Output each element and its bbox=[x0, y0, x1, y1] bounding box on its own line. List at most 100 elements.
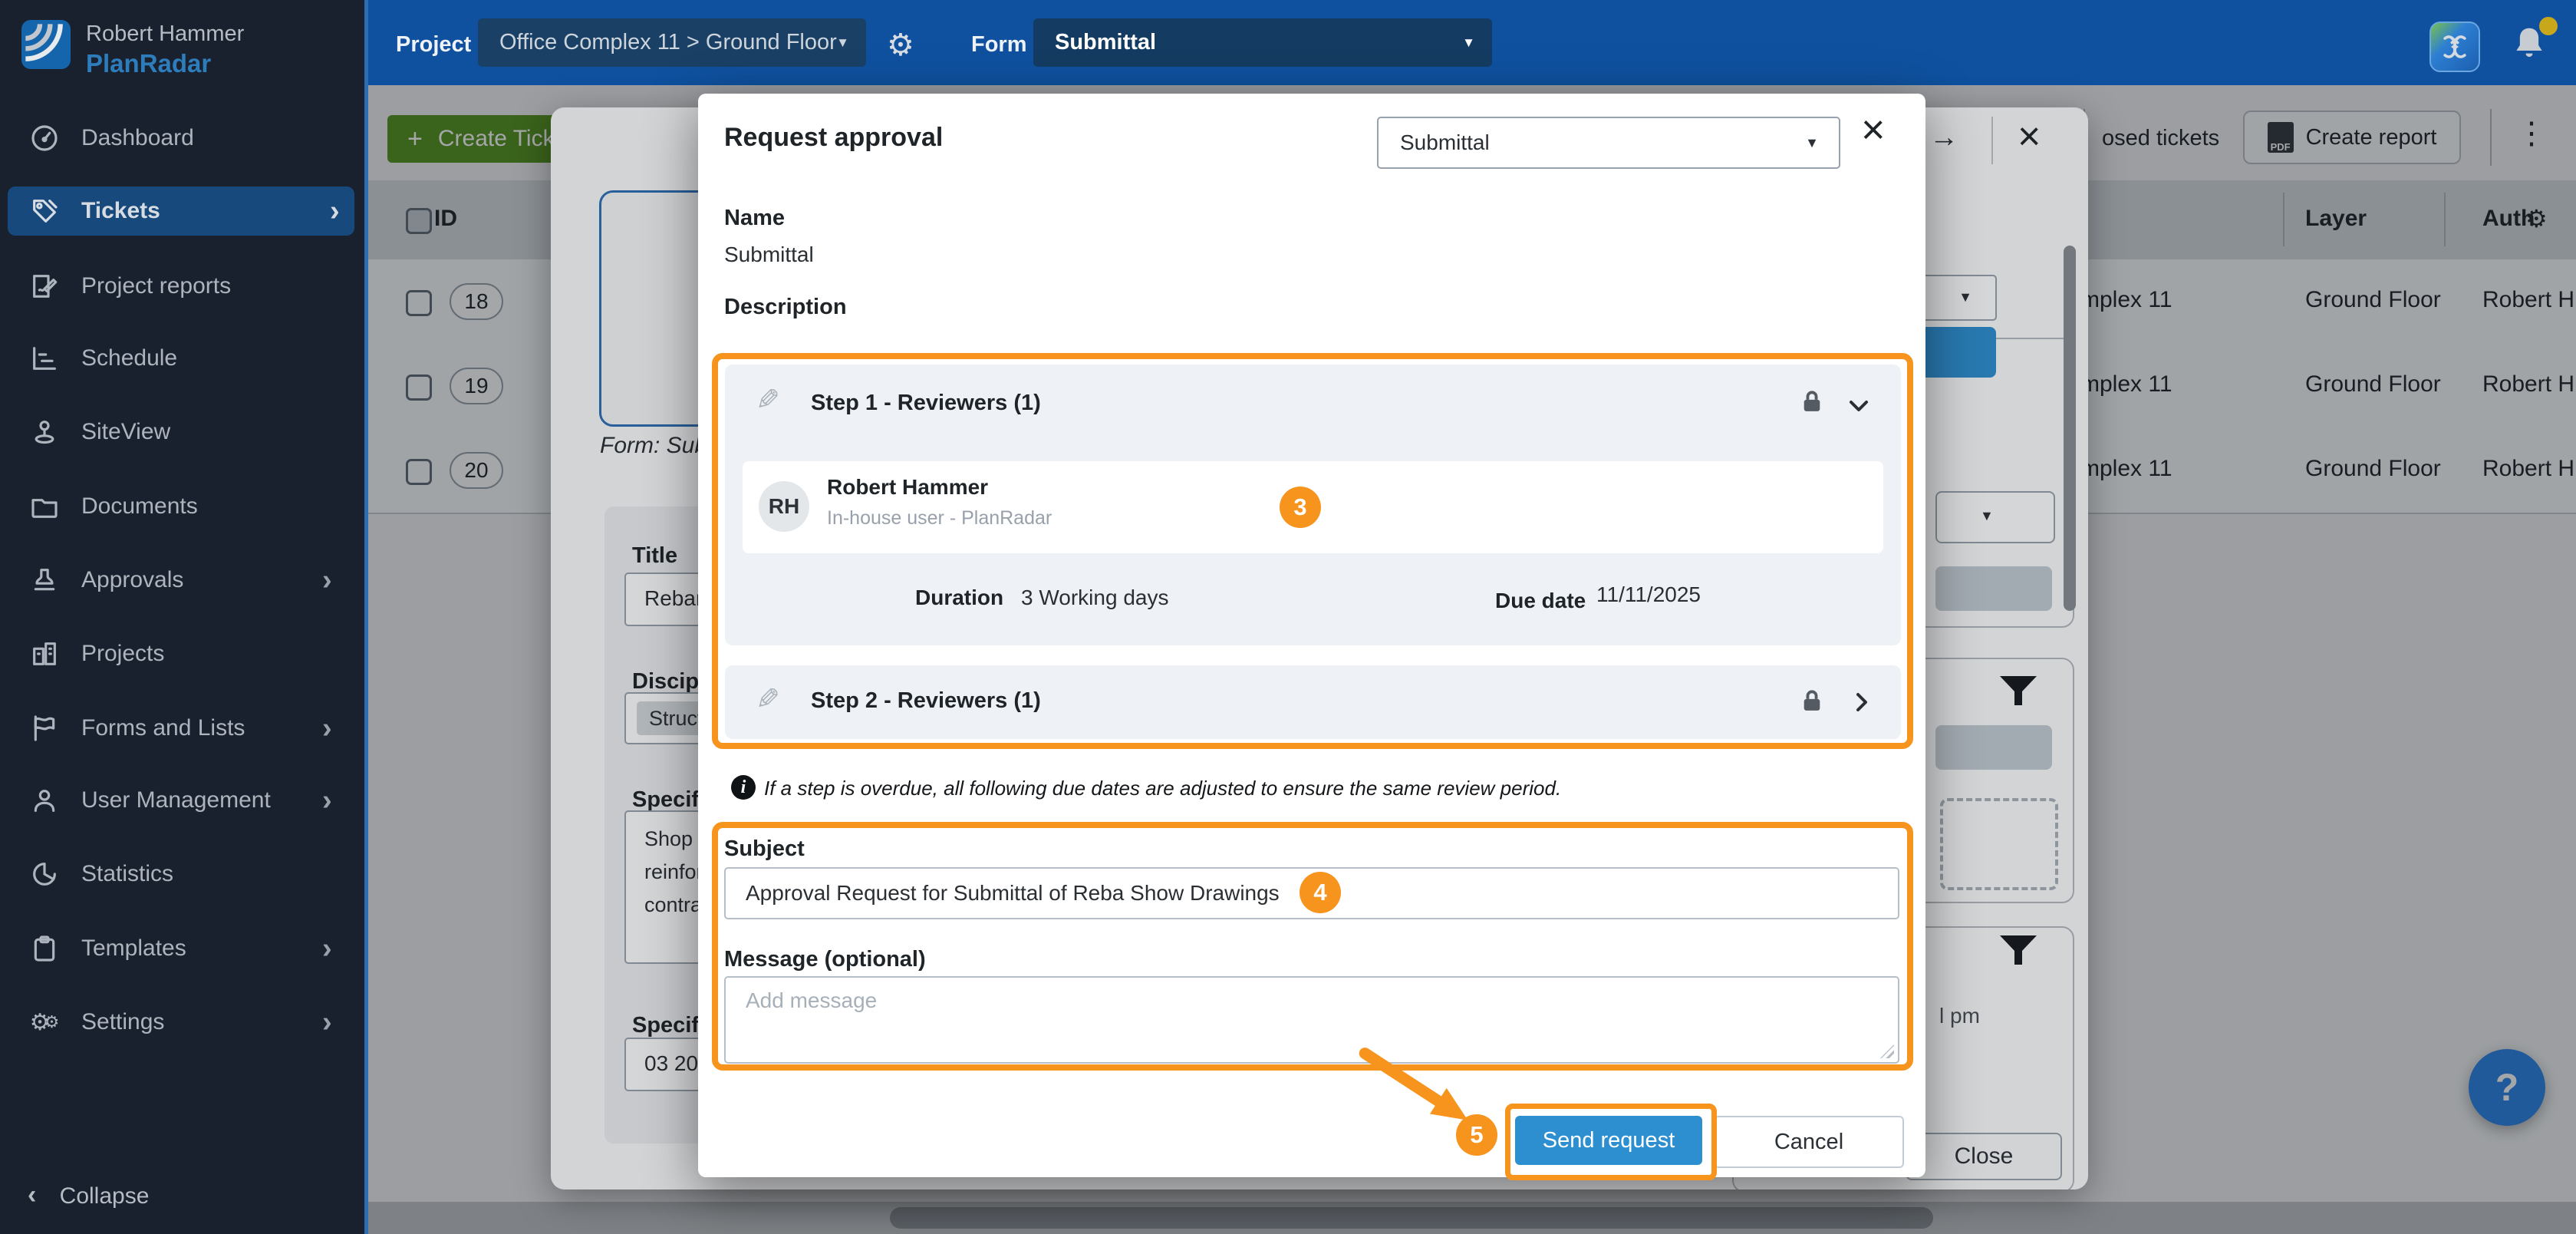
chevron-right-icon: › bbox=[322, 564, 332, 597]
message-label: Message (optional) bbox=[724, 947, 926, 972]
duration-label: Duration bbox=[915, 586, 1003, 610]
chevron-right-icon: › bbox=[322, 932, 332, 965]
gear-icon[interactable]: ⚙ bbox=[887, 28, 914, 63]
close-icon[interactable]: × bbox=[2018, 114, 2041, 160]
edit-pencil-icon[interactable]: ✎ bbox=[756, 682, 780, 717]
app-root: Project Office Complex 11 > Ground Floor… bbox=[0, 0, 2576, 1234]
send-request-button[interactable]: Send request bbox=[1515, 1116, 1702, 1165]
form-selector-value: Submittal bbox=[1055, 30, 1156, 55]
template-selector[interactable]: Submittal ▼ bbox=[1377, 117, 1840, 169]
pie-chart-icon bbox=[28, 857, 61, 891]
sidebar-item-project-reports[interactable]: Project reports bbox=[0, 262, 361, 310]
project-label: Project bbox=[396, 32, 471, 58]
flag-icon bbox=[28, 711, 61, 745]
step2-section[interactable]: ✎ Step 2 - Reviewers (1) bbox=[725, 665, 1901, 739]
sidebar-item-tickets[interactable]: Tickets › bbox=[8, 186, 354, 236]
edit-pencil-icon[interactable]: ✎ bbox=[756, 383, 780, 417]
clipboard-icon bbox=[28, 932, 61, 965]
sidebar-item-forms-and-lists[interactable]: Forms and Lists › bbox=[0, 704, 361, 752]
due-date-label: Due date bbox=[1495, 589, 1586, 613]
template-selector-value: Submittal bbox=[1400, 130, 1490, 155]
subject-value: Approval Request for Submittal of Reba S… bbox=[746, 881, 1280, 906]
avatar: RH bbox=[759, 481, 809, 532]
sidebar-item-dashboard[interactable]: Dashboard bbox=[0, 114, 361, 162]
schedule-icon bbox=[28, 341, 61, 375]
close-button[interactable]: Close bbox=[1906, 1133, 2062, 1180]
chevron-down-icon: ▼ bbox=[1462, 35, 1475, 51]
sidebar-item-approvals[interactable]: Approvals › bbox=[0, 556, 361, 604]
chevron-down-icon: ▼ bbox=[1805, 135, 1819, 151]
name-value: Submittal bbox=[724, 243, 814, 267]
chevron-right-icon: › bbox=[322, 1006, 332, 1039]
cancel-button[interactable]: Cancel bbox=[1714, 1116, 1904, 1168]
close-icon[interactable]: × bbox=[1861, 106, 1886, 153]
message-textarea[interactable]: Add message bbox=[724, 976, 1899, 1064]
dashboard-icon bbox=[28, 121, 61, 155]
project-selector-value: Office Complex 11 > Ground Floor bbox=[499, 30, 837, 55]
chevron-right-icon: › bbox=[330, 195, 340, 228]
chevron-down-icon: ▼ bbox=[1958, 289, 1972, 305]
reviewer-card[interactable]: RH Robert Hammer In-house user - PlanRad… bbox=[743, 461, 1883, 553]
dropdown-field[interactable]: ▼ bbox=[1935, 491, 2055, 543]
name-label: Name bbox=[724, 206, 785, 231]
step1-header[interactable]: Step 1 - Reviewers (1) bbox=[811, 391, 1041, 416]
approvals-stamp-icon bbox=[28, 563, 61, 597]
projects-icon bbox=[28, 637, 61, 671]
duration-value: 3 Working days bbox=[1021, 586, 1168, 610]
form-selector[interactable]: Submittal ▼ bbox=[1033, 18, 1492, 67]
planradar-logo bbox=[21, 20, 71, 69]
due-date-value: 11/11/2025 bbox=[1596, 582, 1701, 607]
documents-icon bbox=[28, 490, 61, 523]
timestamp-text: l pm bbox=[1939, 1004, 1980, 1028]
disabled-field bbox=[1935, 566, 2052, 611]
project-reports-icon bbox=[28, 269, 61, 303]
sidebar-item-documents[interactable]: Documents bbox=[0, 483, 361, 530]
apps-launcher-icon[interactable] bbox=[2429, 21, 2480, 72]
sidebar-item-templates[interactable]: Templates › bbox=[0, 925, 361, 972]
reviewer-name: Robert Hammer bbox=[827, 475, 988, 500]
notifications-bell-icon[interactable] bbox=[2508, 23, 2562, 71]
divider bbox=[1991, 117, 1993, 164]
siteview-icon bbox=[28, 415, 61, 449]
sidebar-item-projects[interactable]: Projects bbox=[0, 630, 361, 678]
request-approval-modal: Request approval Submittal ▼ × Name Subm… bbox=[698, 94, 1925, 1177]
chevron-up-down-icon[interactable] bbox=[1843, 391, 1874, 421]
sidebar-collapse-button[interactable]: ‹ Collapse bbox=[28, 1180, 149, 1210]
vertical-scrollbar-thumb[interactable] bbox=[2064, 246, 2076, 611]
sidebar: Robert Hammer PlanRadar Dashboard Ticket… bbox=[0, 0, 368, 1234]
open-arrow-icon[interactable]: → bbox=[1929, 121, 1958, 154]
lock-icon bbox=[1797, 386, 1827, 418]
user-icon bbox=[28, 784, 61, 817]
notification-dot bbox=[2539, 17, 2558, 35]
project-selector[interactable]: Office Complex 11 > Ground Floor ▼ bbox=[478, 18, 866, 67]
chevron-right-icon[interactable] bbox=[1846, 687, 1877, 718]
sidebar-item-schedule[interactable]: Schedule bbox=[0, 335, 361, 382]
filter-funnel-icon[interactable] bbox=[1997, 674, 2040, 708]
filter-funnel-icon[interactable] bbox=[1997, 933, 2040, 967]
chevron-right-icon: › bbox=[322, 784, 332, 817]
sidebar-item-user-management[interactable]: User Management › bbox=[0, 777, 361, 824]
title-label: Title bbox=[632, 543, 677, 569]
subject-input[interactable]: Approval Request for Submittal of Reba S… bbox=[724, 867, 1899, 919]
chevron-left-icon: ‹ bbox=[28, 1180, 36, 1209]
dropzone[interactable] bbox=[1940, 798, 2058, 890]
tickets-icon bbox=[28, 194, 61, 228]
sidebar-item-statistics[interactable]: Statistics bbox=[0, 850, 361, 898]
step1-section: ✎ Step 1 - Reviewers (1) RH Robert Hamme… bbox=[725, 365, 1901, 645]
info-icon: i bbox=[731, 775, 756, 800]
subject-label: Subject bbox=[724, 836, 805, 862]
disabled-field bbox=[1935, 725, 2052, 770]
sidebar-item-settings[interactable]: ⚙⚙ Settings › bbox=[0, 998, 361, 1046]
chevron-down-icon: ▼ bbox=[836, 35, 849, 51]
sidebar-item-siteview[interactable]: SiteView bbox=[0, 408, 361, 456]
chevron-down-icon: ▼ bbox=[1980, 508, 1994, 524]
settings-gears-icon: ⚙⚙ bbox=[28, 1005, 61, 1039]
topbar: Project Office Complex 11 > Ground Floor… bbox=[368, 0, 2576, 85]
brand-name: PlanRadar bbox=[86, 49, 211, 78]
lock-icon bbox=[1797, 685, 1827, 718]
step2-header[interactable]: Step 2 - Reviewers (1) bbox=[811, 688, 1041, 714]
form-label: Form bbox=[971, 32, 1027, 58]
reviewer-subtitle: In-house user - PlanRadar bbox=[827, 507, 1052, 530]
description-label: Description bbox=[724, 295, 847, 320]
resize-handle[interactable] bbox=[1880, 1044, 1894, 1058]
